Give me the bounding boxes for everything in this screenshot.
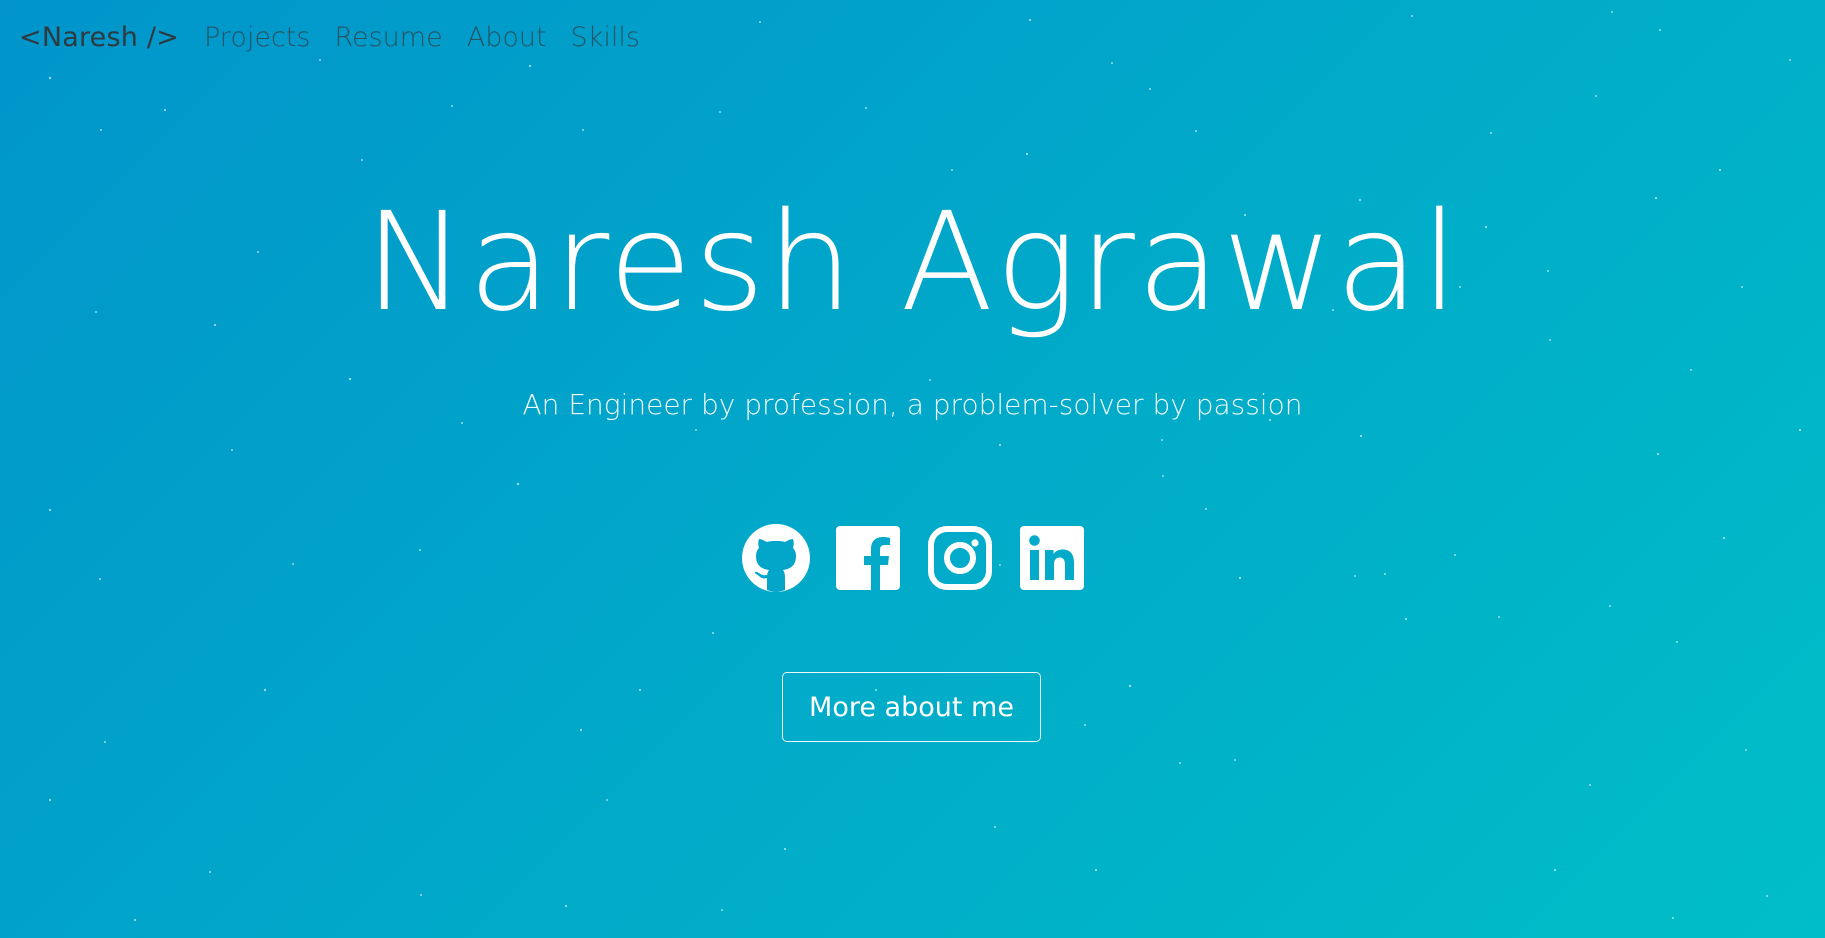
linkedin-link[interactable] <box>1017 523 1087 593</box>
instagram-icon <box>928 526 992 590</box>
github-link[interactable] <box>741 523 811 593</box>
brand-logo-link[interactable]: <Naresh /> <box>19 22 179 53</box>
hero-title: Naresh Agrawal <box>364 184 1461 342</box>
linkedin-icon <box>1020 526 1084 590</box>
starfield-background <box>48 11 1802 922</box>
nav-link-skills[interactable]: Skills <box>571 22 640 53</box>
nav-link-resume[interactable]: Resume <box>334 22 442 53</box>
nav-links: Projects Resume About Skills <box>204 22 640 53</box>
github-icon <box>742 524 810 592</box>
instagram-link[interactable] <box>925 523 995 593</box>
hero-subtitle: An Engineer by profession, a problem-sol… <box>522 388 1303 421</box>
social-links <box>741 523 1085 593</box>
nav-link-about[interactable]: About <box>467 22 547 53</box>
facebook-icon <box>836 526 900 590</box>
nav-link-projects[interactable]: Projects <box>204 22 310 53</box>
top-navbar: <Naresh /> Projects Resume About Skills <box>0 0 1825 88</box>
facebook-link[interactable] <box>833 523 903 593</box>
more-about-me-button[interactable]: More about me <box>782 672 1041 742</box>
